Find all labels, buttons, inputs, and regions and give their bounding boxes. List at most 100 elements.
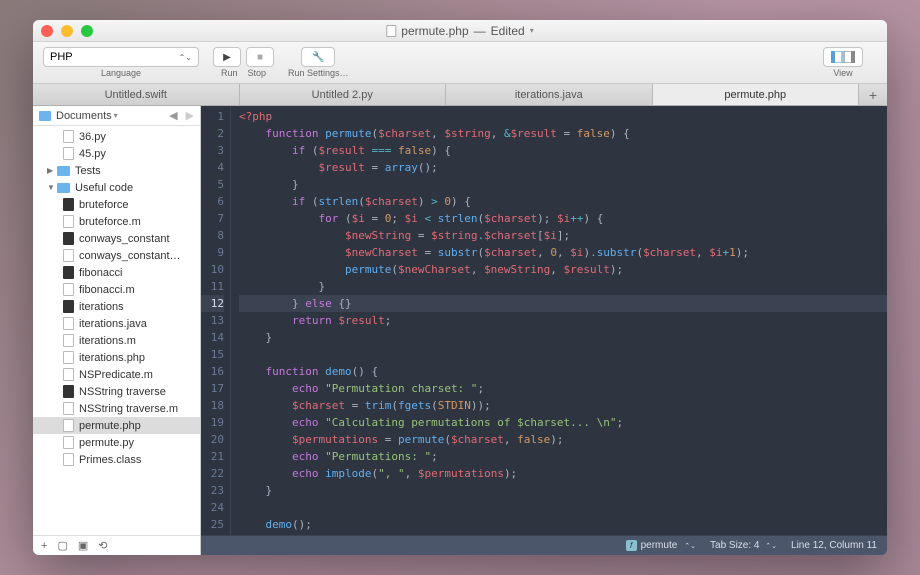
- file-iterations-php[interactable]: iterations.php: [33, 349, 200, 366]
- code-line[interactable]: for ($i = 0; $i < strlen($charset); $i++…: [239, 210, 887, 227]
- file-permute-php[interactable]: permute.php: [33, 417, 200, 434]
- line-number[interactable]: 2: [201, 125, 224, 142]
- run-settings-button[interactable]: 🔧: [301, 47, 335, 67]
- file-primes-class[interactable]: Primes.class: [33, 451, 200, 468]
- code-line[interactable]: echo "Permutation charset: ";: [239, 380, 887, 397]
- code-line[interactable]: [239, 346, 887, 363]
- symbol-nav[interactable]: f permute ⌃⌄: [626, 540, 696, 551]
- folder-tests[interactable]: ▶Tests: [33, 162, 200, 179]
- tab-permute-php[interactable]: permute.php: [653, 84, 860, 105]
- line-number[interactable]: 11: [201, 278, 224, 295]
- line-number[interactable]: 21: [201, 448, 224, 465]
- tab-untitled-swift[interactable]: Untitled.swift: [33, 84, 240, 105]
- line-number[interactable]: 10: [201, 261, 224, 278]
- code-line[interactable]: $newCharset = substr($charset, 0, $i).su…: [239, 244, 887, 261]
- line-number[interactable]: 18: [201, 397, 224, 414]
- code-line[interactable]: echo implode(", ", $permutations);: [239, 465, 887, 482]
- stop-button[interactable]: ■: [246, 47, 274, 67]
- forward-button[interactable]: ▶: [186, 109, 194, 122]
- line-number[interactable]: 14: [201, 329, 224, 346]
- line-number[interactable]: 17: [201, 380, 224, 397]
- code-line[interactable]: <?php: [239, 108, 887, 125]
- file-45-py[interactable]: 45.py: [33, 145, 200, 162]
- code-line[interactable]: function permute($charset, $string, &$re…: [239, 125, 887, 142]
- line-number[interactable]: 5: [201, 176, 224, 193]
- code-line[interactable]: $charset = trim(fgets(STDIN));: [239, 397, 887, 414]
- file-iterations-m[interactable]: iterations.m: [33, 332, 200, 349]
- code-line[interactable]: if (strlen($charset) > 0) {: [239, 193, 887, 210]
- file-iterations-java[interactable]: iterations.java: [33, 315, 200, 332]
- titlebar[interactable]: permute.php — Edited ▾: [33, 20, 887, 42]
- add-button[interactable]: +: [41, 540, 47, 552]
- back-button[interactable]: ◀: [169, 109, 177, 122]
- cursor-position[interactable]: Line 12, Column 11: [791, 540, 877, 551]
- code-line[interactable]: [239, 499, 887, 516]
- folder-useful-code[interactable]: ▼Useful code: [33, 179, 200, 196]
- new-folder-icon[interactable]: ▣: [78, 539, 88, 552]
- chevron-down-icon[interactable]: ▾: [114, 111, 118, 120]
- line-number[interactable]: 19: [201, 414, 224, 431]
- line-number[interactable]: 6: [201, 193, 224, 210]
- line-number[interactable]: 13: [201, 312, 224, 329]
- code-line[interactable]: }: [239, 278, 887, 295]
- close-button[interactable]: [41, 25, 53, 37]
- line-number[interactable]: 7: [201, 210, 224, 227]
- maximize-button[interactable]: [81, 25, 93, 37]
- tab-untitled-2-py[interactable]: Untitled 2.py: [240, 84, 447, 105]
- new-file-icon[interactable]: ▢: [57, 539, 67, 552]
- file-fibonacci[interactable]: fibonacci: [33, 264, 200, 281]
- file-fibonacci-m[interactable]: fibonacci.m: [33, 281, 200, 298]
- code-line[interactable]: $result = array();: [239, 159, 887, 176]
- file-conways_constant[interactable]: conways_constant: [33, 230, 200, 247]
- disclosure-triangle-icon[interactable]: ▼: [47, 183, 55, 192]
- line-number[interactable]: 24: [201, 499, 224, 516]
- code-line[interactable]: }: [239, 176, 887, 193]
- code-line[interactable]: }: [239, 329, 887, 346]
- file-conways_constant-[interactable]: conways_constant…: [33, 247, 200, 264]
- minimize-button[interactable]: [61, 25, 73, 37]
- refresh-icon[interactable]: ⟲: [98, 539, 107, 552]
- line-number[interactable]: 23: [201, 482, 224, 499]
- code-line[interactable]: $newString = $string.$charset[$i];: [239, 227, 887, 244]
- line-number[interactable]: 8: [201, 227, 224, 244]
- code-line[interactable]: echo "Permutations: ";: [239, 448, 887, 465]
- code-line[interactable]: echo "Calculating permutations of $chars…: [239, 414, 887, 431]
- code-line[interactable]: if ($result === false) {: [239, 142, 887, 159]
- file-36-py[interactable]: 36.py: [33, 128, 200, 145]
- line-number[interactable]: 15: [201, 346, 224, 363]
- chevron-down-icon[interactable]: ▾: [530, 26, 534, 35]
- file-permute-py[interactable]: permute.py: [33, 434, 200, 451]
- code-line[interactable]: return $result;: [239, 312, 887, 329]
- code-line[interactable]: }: [239, 482, 887, 499]
- file-bruteforce[interactable]: bruteforce: [33, 196, 200, 213]
- file-bruteforce-m[interactable]: bruteforce.m: [33, 213, 200, 230]
- code-line[interactable]: permute($newCharset, $newString, $result…: [239, 261, 887, 278]
- disclosure-triangle-icon[interactable]: ▶: [47, 166, 55, 175]
- line-number[interactable]: 3: [201, 142, 224, 159]
- run-button[interactable]: ▶: [213, 47, 241, 67]
- line-number[interactable]: 25: [201, 516, 224, 533]
- line-number[interactable]: 22: [201, 465, 224, 482]
- line-number[interactable]: 16: [201, 363, 224, 380]
- line-number[interactable]: 1: [201, 108, 224, 125]
- code-line[interactable]: } else {}: [239, 295, 887, 312]
- code-line[interactable]: function demo() {: [239, 363, 887, 380]
- code-editor[interactable]: 1234567891011121314151617181920212223242…: [201, 106, 887, 555]
- line-gutter[interactable]: 1234567891011121314151617181920212223242…: [201, 106, 231, 535]
- line-number[interactable]: 20: [201, 431, 224, 448]
- file-nsstring-traverse[interactable]: NSString traverse: [33, 383, 200, 400]
- code-content[interactable]: <?php function permute($charset, $string…: [231, 106, 887, 535]
- tab-size-control[interactable]: Tab Size: 4 ⌃⌄: [710, 540, 777, 551]
- line-number[interactable]: 12: [201, 295, 224, 312]
- line-number[interactable]: 4: [201, 159, 224, 176]
- code-line[interactable]: demo();: [239, 516, 887, 533]
- file-iterations[interactable]: iterations: [33, 298, 200, 315]
- language-select[interactable]: PHP ⌃⌄: [43, 47, 199, 67]
- line-number[interactable]: 9: [201, 244, 224, 261]
- sidebar-header[interactable]: Documents ▾ ◀ ▶: [33, 106, 200, 126]
- new-tab-button[interactable]: +: [859, 84, 887, 105]
- code-line[interactable]: $permutations = permute($charset, false)…: [239, 431, 887, 448]
- file-nspredicate-m[interactable]: NSPredicate.m: [33, 366, 200, 383]
- view-toggle-button[interactable]: [823, 47, 863, 67]
- tab-iterations-java[interactable]: iterations.java: [446, 84, 653, 105]
